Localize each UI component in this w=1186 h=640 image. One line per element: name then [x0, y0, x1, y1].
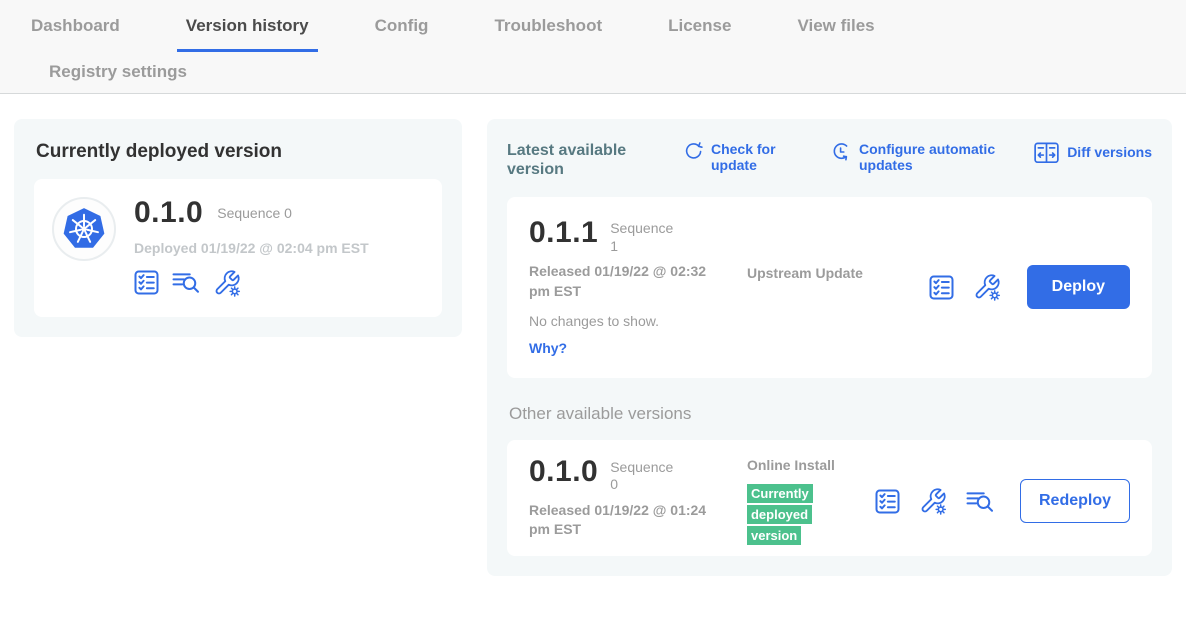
other-versions-title: Other available versions — [509, 404, 1150, 424]
nav-row-secondary: Registry settings — [0, 52, 1186, 93]
log-search-icon — [966, 489, 994, 514]
diff-versions-link[interactable]: Diff versions — [1034, 141, 1152, 164]
other-sequence-label: Sequence 0 — [610, 456, 680, 494]
configure-automatic-updates-link[interactable]: Configure automatic updates — [831, 141, 1027, 173]
wrench-gear-icon — [213, 269, 241, 297]
log-search-icon — [172, 270, 200, 295]
deployed-timestamp: Deployed 01/19/22 @ 02:04 pm EST — [134, 240, 369, 256]
tab-troubleshoot[interactable]: Troubleshoot — [485, 16, 611, 52]
view-logs-button[interactable] — [172, 270, 200, 295]
other-version-number: 0.1.0 — [529, 456, 598, 488]
schedule-update-icon — [831, 142, 851, 162]
other-actions: Redeploy — [875, 479, 1130, 523]
currently-deployed-panel: Currently deployed version — [14, 119, 462, 337]
nav-row-primary: Dashboard Version history Config Trouble… — [0, 16, 1186, 52]
latest-available-header: Latest available version Check for updat… — [507, 141, 1152, 179]
checklist-icon — [134, 270, 159, 295]
diff-versions-label: Diff versions — [1067, 144, 1152, 160]
other-preflight-checklist-button[interactable] — [875, 489, 900, 514]
top-navbar: Dashboard Version history Config Trouble… — [0, 0, 1186, 94]
wrench-gear-icon — [973, 273, 1001, 301]
other-released-timestamp: Released 01/19/22 @ 01:24 pm EST — [529, 501, 721, 540]
other-version-info: 0.1.0 Sequence 0 Released 01/19/22 @ 01:… — [529, 456, 747, 540]
wrench-gear-icon — [919, 487, 947, 515]
latest-preflight-checklist-button[interactable] — [929, 275, 954, 300]
latest-actions: Deploy — [929, 265, 1130, 309]
check-for-update-label: Check for update — [711, 141, 801, 173]
diff-versions-icon — [1034, 142, 1059, 164]
check-for-update-link[interactable]: Check for update — [683, 141, 801, 173]
redeploy-button[interactable]: Redeploy — [1020, 479, 1130, 523]
view-config-button[interactable] — [213, 269, 241, 297]
latest-source-label: Upstream Update — [747, 217, 875, 283]
tab-view-files[interactable]: View files — [788, 16, 883, 52]
deploy-button[interactable]: Deploy — [1027, 265, 1130, 309]
preflight-checklist-button[interactable] — [134, 270, 159, 295]
latest-available-title: Latest available version — [507, 141, 659, 179]
latest-version-card: 0.1.1 Sequence 1 Released 01/19/22 @ 02:… — [507, 197, 1152, 377]
currently-deployed-badge-label: Currently deployed version — [747, 484, 813, 545]
checklist-icon — [929, 275, 954, 300]
checklist-icon — [875, 489, 900, 514]
currently-deployed-badge: Currently deployed version — [747, 483, 827, 546]
latest-version-info: 0.1.1 Sequence 1 Released 01/19/22 @ 02:… — [529, 217, 747, 357]
refresh-icon — [683, 142, 703, 162]
app-logo — [52, 197, 116, 261]
latest-changes-text: No changes to show. — [529, 313, 747, 329]
main-content: Currently deployed version — [0, 94, 1186, 576]
latest-version-number: 0.1.1 — [529, 217, 598, 249]
available-versions-panel: Latest available version Check for updat… — [487, 119, 1172, 576]
tab-dashboard[interactable]: Dashboard — [22, 16, 129, 52]
tab-registry-settings[interactable]: Registry settings — [40, 62, 196, 82]
configure-automatic-updates-label: Configure automatic updates — [859, 141, 1027, 173]
deployed-version-info: 0.1.0 Sequence 0 Deployed 01/19/22 @ 02:… — [134, 197, 369, 297]
why-link[interactable]: Why? — [529, 340, 567, 356]
other-source-column: Online Install Currently deployed versio… — [747, 456, 875, 547]
kubernetes-icon — [62, 207, 106, 251]
latest-released-timestamp: Released 01/19/22 @ 02:32 pm EST — [529, 262, 721, 301]
other-version-card: 0.1.0 Sequence 0 Released 01/19/22 @ 01:… — [507, 440, 1152, 557]
other-view-logs-button[interactable] — [966, 489, 994, 514]
other-config-button[interactable] — [919, 487, 947, 515]
other-source-label: Online Install — [747, 456, 875, 475]
tab-version-history[interactable]: Version history — [177, 16, 318, 52]
latest-sequence-label: Sequence 1 — [610, 217, 680, 255]
currently-deployed-title: Currently deployed version — [36, 141, 440, 163]
tab-license[interactable]: License — [659, 16, 740, 52]
deployed-version-number: 0.1.0 — [134, 197, 203, 229]
tab-config[interactable]: Config — [366, 16, 438, 52]
deployed-version-card: 0.1.0 Sequence 0 Deployed 01/19/22 @ 02:… — [34, 179, 442, 317]
deployed-sequence-label: Sequence 0 — [217, 205, 292, 221]
latest-config-button[interactable] — [973, 273, 1001, 301]
